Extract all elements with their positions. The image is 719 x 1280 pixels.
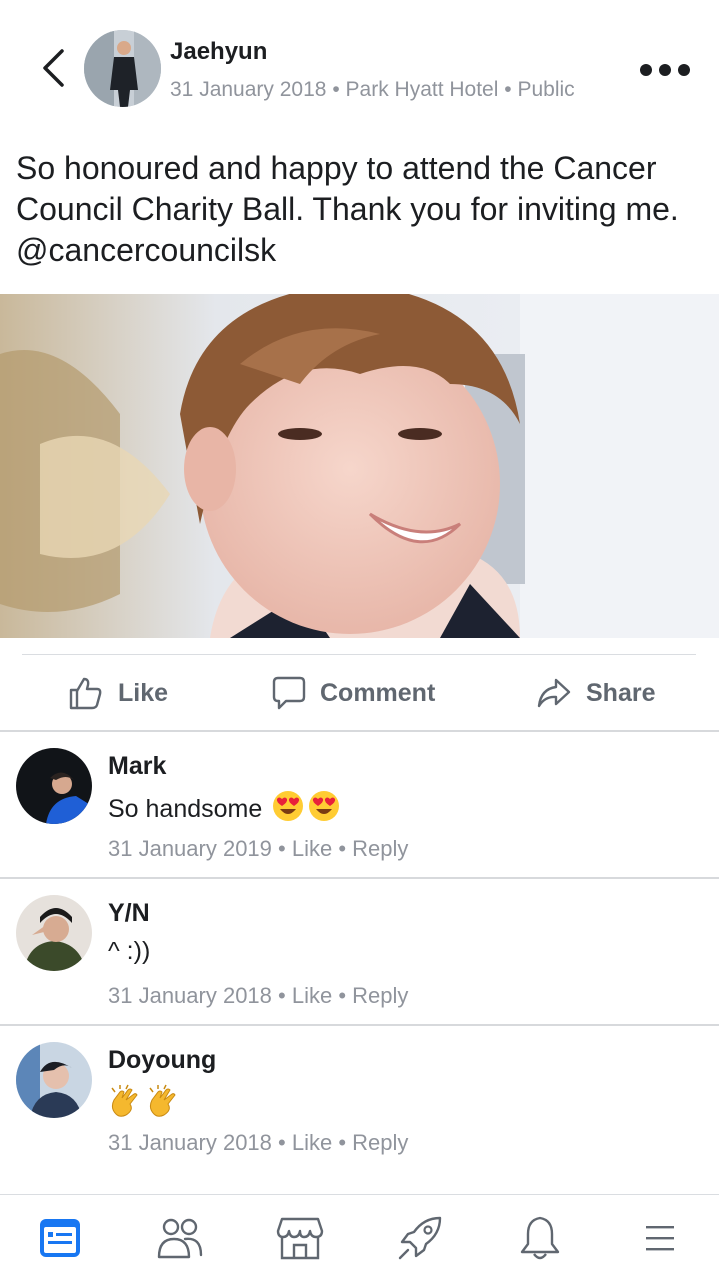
nav-news-feed[interactable] <box>35 1213 85 1263</box>
comment-item: Mark So handsome 31 January 2019 • Like … <box>0 732 719 878</box>
nav-explore[interactable] <box>395 1213 445 1263</box>
meta-separator: • <box>338 983 347 1008</box>
commenter-name[interactable]: Mark <box>108 752 166 781</box>
comment-reply-link[interactable]: Reply <box>352 1130 408 1155</box>
comment-body: ^ :)) <box>108 937 151 965</box>
comment-like-link[interactable]: Like <box>292 836 332 861</box>
comment-body: So handsome <box>108 795 263 823</box>
post-photo[interactable] <box>0 294 719 638</box>
like-button[interactable]: Like <box>68 660 168 726</box>
post-audience: Public <box>517 78 575 101</box>
comment-reply-link[interactable]: Reply <box>352 983 408 1008</box>
meta-separator: • <box>338 1130 347 1155</box>
friends-icon <box>157 1218 203 1259</box>
marketplace-icon <box>276 1217 324 1260</box>
action-divider <box>22 654 696 655</box>
nav-friends[interactable] <box>155 1213 205 1263</box>
meta-separator: • <box>504 78 512 101</box>
share-label: Share <box>586 678 656 707</box>
comment-text: So handsome <box>108 790 340 829</box>
comment-item: Y/N ^ :)) 31 January 2018 • Like • Reply <box>0 879 719 1025</box>
author-name[interactable]: Jaehyun <box>170 38 267 66</box>
comment-date: 31 January 2018 <box>108 1130 272 1155</box>
commenter-avatar[interactable] <box>16 895 92 971</box>
meta-separator: • <box>278 836 286 861</box>
news-feed-icon <box>40 1219 80 1257</box>
notifications-icon <box>520 1216 560 1260</box>
bottom-nav <box>0 1194 719 1280</box>
comment-icon <box>272 675 306 711</box>
comment-reply-link[interactable]: Reply <box>352 836 408 861</box>
chevron-left-icon <box>43 49 64 87</box>
commenter-name[interactable]: Doyoung <box>108 1046 216 1075</box>
clapping-hands-emoji <box>146 1084 180 1125</box>
action-bar: Like Comment Share <box>0 660 719 730</box>
more-dot-icon <box>640 64 652 76</box>
comment-like-link[interactable]: Like <box>292 983 332 1008</box>
comment-meta: 31 January 2019 • Like • Reply <box>108 836 408 862</box>
post-meta: 31 January 2018 • Park Hyatt Hotel • Pub… <box>170 78 575 102</box>
commenter-avatar[interactable] <box>16 1042 92 1118</box>
comment-item: Doyoung 31 January 2018 • Like • Reply <box>0 1026 719 1172</box>
heart-eyes-emoji <box>272 790 304 829</box>
rocket-icon <box>398 1216 442 1260</box>
meta-separator: • <box>278 983 286 1008</box>
more-dot-icon <box>678 64 690 76</box>
share-icon <box>536 677 572 709</box>
post-header: Jaehyun 31 January 2018 • Park Hyatt Hot… <box>0 0 719 130</box>
comment-label: Comment <box>320 678 436 707</box>
post-date[interactable]: 31 January 2018 <box>170 78 326 101</box>
like-label: Like <box>118 678 169 707</box>
nav-marketplace[interactable] <box>275 1213 325 1263</box>
menu-icon <box>646 1226 674 1251</box>
meta-separator: • <box>338 836 347 861</box>
meta-separator: • <box>332 78 340 101</box>
nav-menu[interactable] <box>635 1213 685 1263</box>
commenter-avatar[interactable] <box>16 748 92 824</box>
author-avatar[interactable] <box>84 30 161 107</box>
nav-notifications[interactable] <box>515 1213 565 1263</box>
comment-meta: 31 January 2018 • Like • Reply <box>108 983 408 1009</box>
comment-like-link[interactable]: Like <box>292 1130 332 1155</box>
more-options-button[interactable] <box>640 58 690 82</box>
more-dot-icon <box>659 64 671 76</box>
back-button[interactable] <box>36 46 70 90</box>
heart-eyes-emoji <box>308 790 340 829</box>
commenter-name[interactable]: Y/N <box>108 899 150 928</box>
comment-date: 31 January 2018 <box>108 983 272 1008</box>
comment-meta: 31 January 2018 • Like • Reply <box>108 1130 408 1156</box>
comment-text <box>108 1084 180 1125</box>
clapping-hands-emoji <box>108 1084 142 1125</box>
post-location[interactable]: Park Hyatt Hotel <box>346 78 499 101</box>
thumbs-up-icon <box>68 675 104 711</box>
comment-date: 31 January 2019 <box>108 836 272 861</box>
post-text: So honoured and happy to attend the Canc… <box>16 150 679 268</box>
comment-button[interactable]: Comment <box>272 660 435 726</box>
share-button[interactable]: Share <box>536 660 655 726</box>
meta-separator: • <box>278 1130 286 1155</box>
comment-text: ^ :)) <box>108 937 150 966</box>
